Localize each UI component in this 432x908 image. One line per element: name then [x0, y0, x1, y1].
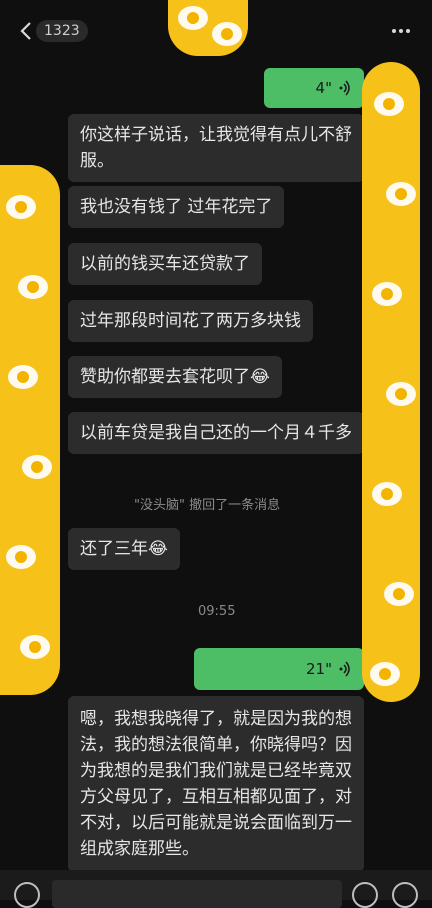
message-input[interactable]	[52, 880, 342, 908]
voice-wave-icon	[339, 80, 350, 96]
message-bubble: 以前的钱买车还贷款了	[68, 243, 262, 285]
voice-message-sent[interactable]: 4"	[264, 68, 364, 108]
message-bubble: 嗯，我想我晓得了，就是因为我的想法，我的想法很简单，你晓得吗？因为我想的是我们我…	[68, 696, 364, 872]
sticker-overlay-top	[168, 0, 248, 56]
message-text: 还了三年	[80, 539, 148, 559]
message-bubble: 你这样子说话，让我觉得有点儿不舒服。	[68, 114, 364, 182]
message-bubble: 以前车贷是我自己还的一个月４千多	[68, 412, 364, 454]
sticker-overlay-left	[0, 165, 60, 695]
timestamp: 09:55	[198, 604, 236, 619]
voice-message-sent[interactable]: 21"	[194, 648, 364, 690]
message-bubble: 还了三年😂	[68, 528, 180, 570]
message-bubble: 过年那段时间花了两万多块钱	[68, 300, 313, 342]
crying-laugh-emoji-icon: 😂	[148, 539, 168, 559]
message-bubble: 我也没有钱了 过年花完了	[68, 186, 285, 228]
message-text: 赞助你都要去套花呗了	[80, 367, 250, 387]
message-bubble: 赞助你都要去套花呗了😂	[68, 356, 282, 398]
plus-icon[interactable]	[392, 882, 418, 908]
back-icon[interactable]	[16, 20, 38, 42]
unread-count-badge: 1323	[36, 20, 88, 42]
recall-notice: "没头脑" 撤回了一条消息	[134, 498, 281, 513]
voice-input-icon[interactable]	[14, 882, 40, 908]
crying-laugh-emoji-icon: 😂	[250, 367, 270, 387]
emoji-icon[interactable]	[352, 882, 378, 908]
voice-duration: 4"	[315, 79, 332, 97]
sticker-overlay-right	[362, 62, 420, 702]
voice-duration: 21"	[306, 660, 332, 678]
more-icon[interactable]	[388, 18, 414, 44]
voice-wave-icon	[339, 661, 350, 677]
